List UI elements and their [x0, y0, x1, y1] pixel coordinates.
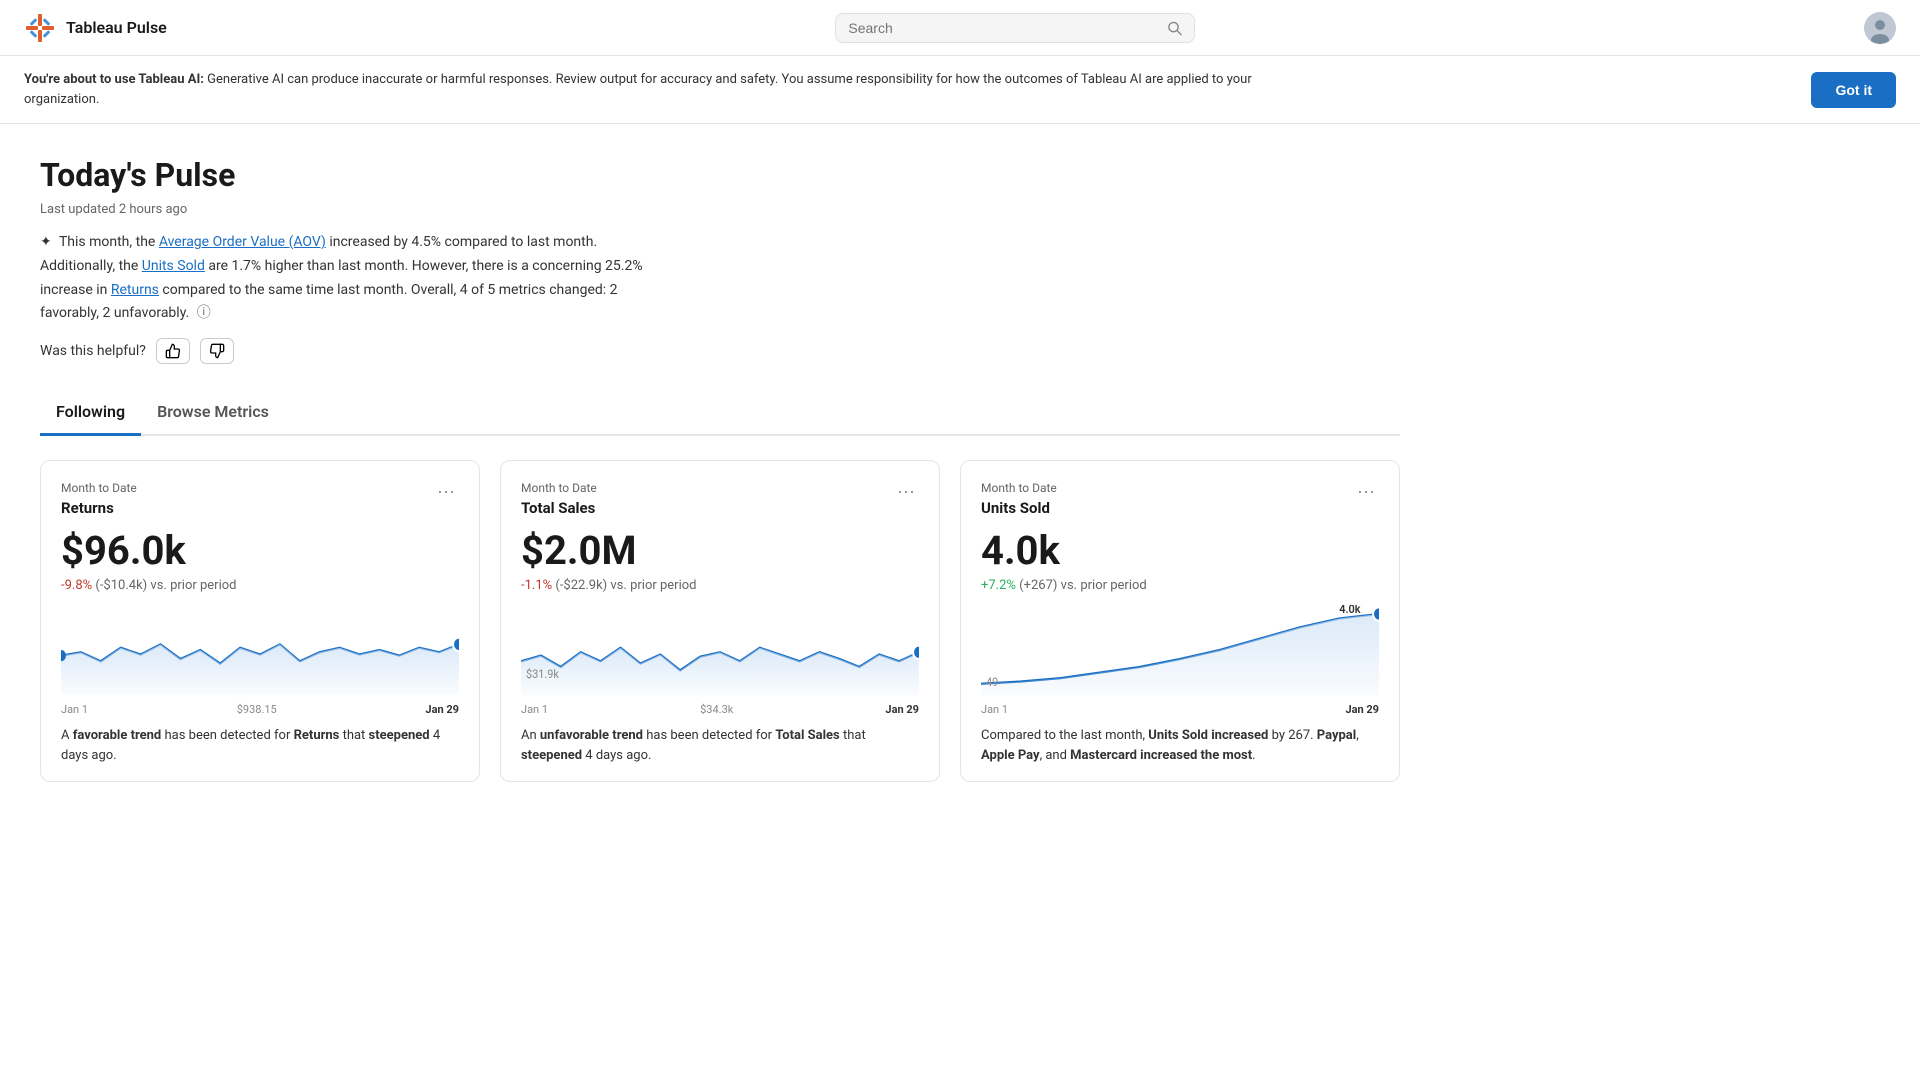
- card-total-sales-header: Month to Date Total Sales ···: [521, 481, 919, 517]
- thumbs-down-button[interactable]: [200, 338, 234, 364]
- card-units-sold-change: +7.2% (+267) vs. prior period: [981, 578, 1379, 593]
- info-icon[interactable]: ⓘ: [197, 305, 211, 321]
- card-total-sales-more-button[interactable]: ···: [893, 481, 919, 502]
- tab-following[interactable]: Following: [40, 392, 141, 436]
- total-sales-change-abs: (-$22.9k) vs. prior period: [555, 578, 696, 593]
- feedback-label: Was this helpful?: [40, 343, 146, 359]
- tabs: Following Browse Metrics: [40, 392, 1400, 436]
- tableau-logo: [24, 12, 56, 44]
- total-sales-start-label: Jan 1: [521, 703, 548, 716]
- card-units-sold-chart-labels: Jan 1 Jan 29: [981, 703, 1379, 716]
- card-returns: Month to Date Returns ··· $96.0k -9.8% (…: [40, 460, 480, 782]
- card-total-sales-name: Total Sales: [521, 499, 597, 517]
- units-sold-change-pct: +7.2%: [981, 578, 1016, 593]
- header: Tableau Pulse: [0, 0, 1920, 56]
- returns-change-pct: -9.8%: [61, 578, 92, 593]
- card-returns-chart: [61, 605, 459, 695]
- search-input[interactable]: [848, 20, 1159, 36]
- aov-link[interactable]: Average Order Value (AOV): [159, 234, 326, 250]
- card-returns-footer: A favorable trend has been detected for …: [61, 726, 459, 765]
- ai-banner: You're about to use Tableau AI: Generati…: [0, 56, 1920, 124]
- returns-end-value: $938.15: [237, 703, 277, 716]
- card-returns-period: Month to Date: [61, 481, 137, 495]
- card-total-sales-footer: An unfavorable trend has been detected f…: [521, 726, 919, 765]
- card-units-sold: Month to Date Units Sold ··· 4.0k +7.2% …: [960, 460, 1400, 782]
- card-total-sales-period: Month to Date: [521, 481, 597, 495]
- svg-text:$31.9k: $31.9k: [526, 667, 559, 682]
- app-title: Tableau Pulse: [66, 18, 167, 37]
- card-returns-name: Returns: [61, 499, 137, 517]
- banner-text: You're about to use Tableau AI: Generati…: [24, 70, 1284, 109]
- header-left: Tableau Pulse: [24, 12, 167, 44]
- card-units-sold-name: Units Sold: [981, 499, 1057, 517]
- total-sales-end-value: $34.3k: [700, 703, 733, 716]
- thumbs-up-icon: [165, 343, 181, 359]
- summary-intro: This month, the: [59, 234, 159, 250]
- thumbs-up-button[interactable]: [156, 338, 190, 364]
- card-units-sold-meta: Month to Date Units Sold: [981, 481, 1057, 517]
- card-total-sales-change: -1.1% (-$22.9k) vs. prior period: [521, 578, 919, 593]
- card-returns-meta: Month to Date Returns: [61, 481, 137, 517]
- last-updated: Last updated 2 hours ago: [40, 202, 1400, 217]
- main-content: Today's Pulse Last updated 2 hours ago ✦…: [0, 124, 1440, 814]
- returns-link[interactable]: Returns: [111, 282, 159, 298]
- card-total-sales-value: $2.0M: [521, 527, 919, 574]
- avatar[interactable]: [1864, 12, 1896, 44]
- banner-prefix: You're about to use Tableau AI:: [24, 72, 204, 87]
- tab-browse-metrics[interactable]: Browse Metrics: [141, 392, 285, 436]
- card-total-sales-meta: Month to Date Total Sales: [521, 481, 597, 517]
- card-units-sold-chart: 49 4.0k: [981, 605, 1379, 695]
- total-sales-end-label: Jan 29: [885, 703, 919, 716]
- got-it-button[interactable]: Got it: [1811, 72, 1896, 108]
- units-sold-start-label: Jan 1: [981, 703, 1008, 716]
- total-sales-change-pct: -1.1%: [521, 578, 552, 593]
- svg-text:49: 49: [986, 675, 998, 690]
- units-sold-link[interactable]: Units Sold: [142, 258, 205, 274]
- cards-grid: Month to Date Returns ··· $96.0k -9.8% (…: [40, 460, 1400, 782]
- card-units-sold-value: 4.0k: [981, 527, 1379, 574]
- svg-text:4.0k: 4.0k: [1339, 605, 1361, 616]
- card-units-sold-header: Month to Date Units Sold ···: [981, 481, 1379, 517]
- card-units-sold-period: Month to Date: [981, 481, 1057, 495]
- card-returns-value: $96.0k: [61, 527, 459, 574]
- card-units-sold-more-button[interactable]: ···: [1353, 481, 1379, 502]
- page-title: Today's Pulse: [40, 156, 1400, 194]
- search-bar[interactable]: [835, 13, 1195, 43]
- returns-start-label: Jan 1: [61, 703, 88, 716]
- ai-star-icon: ✦: [40, 231, 52, 255]
- card-total-sales: Month to Date Total Sales ··· $2.0M -1.1…: [500, 460, 940, 782]
- card-returns-change: -9.8% (-$10.4k) vs. prior period: [61, 578, 459, 593]
- returns-end-label: Jan 29: [425, 703, 459, 716]
- feedback-section: Was this helpful?: [40, 338, 1400, 364]
- card-returns-more-button[interactable]: ···: [433, 481, 459, 502]
- search-icon: [1167, 20, 1182, 36]
- summary-section: ✦ This month, the Average Order Value (A…: [40, 231, 660, 326]
- units-sold-end-label: Jan 29: [1345, 703, 1379, 716]
- thumbs-down-icon: [209, 343, 225, 359]
- banner-body: Generative AI can produce inaccurate or …: [24, 72, 1252, 107]
- returns-change-abs: (-$10.4k) vs. prior period: [95, 578, 236, 593]
- card-total-sales-chart-labels: Jan 1 $34.3k Jan 29: [521, 703, 919, 716]
- card-returns-chart-labels: Jan 1 $938.15 Jan 29: [61, 703, 459, 716]
- card-units-sold-footer: Compared to the last month, Units Sold i…: [981, 726, 1379, 765]
- card-total-sales-chart: $31.9k: [521, 605, 919, 695]
- units-sold-change-abs: (+267) vs. prior period: [1019, 578, 1147, 593]
- card-returns-header: Month to Date Returns ···: [61, 481, 459, 517]
